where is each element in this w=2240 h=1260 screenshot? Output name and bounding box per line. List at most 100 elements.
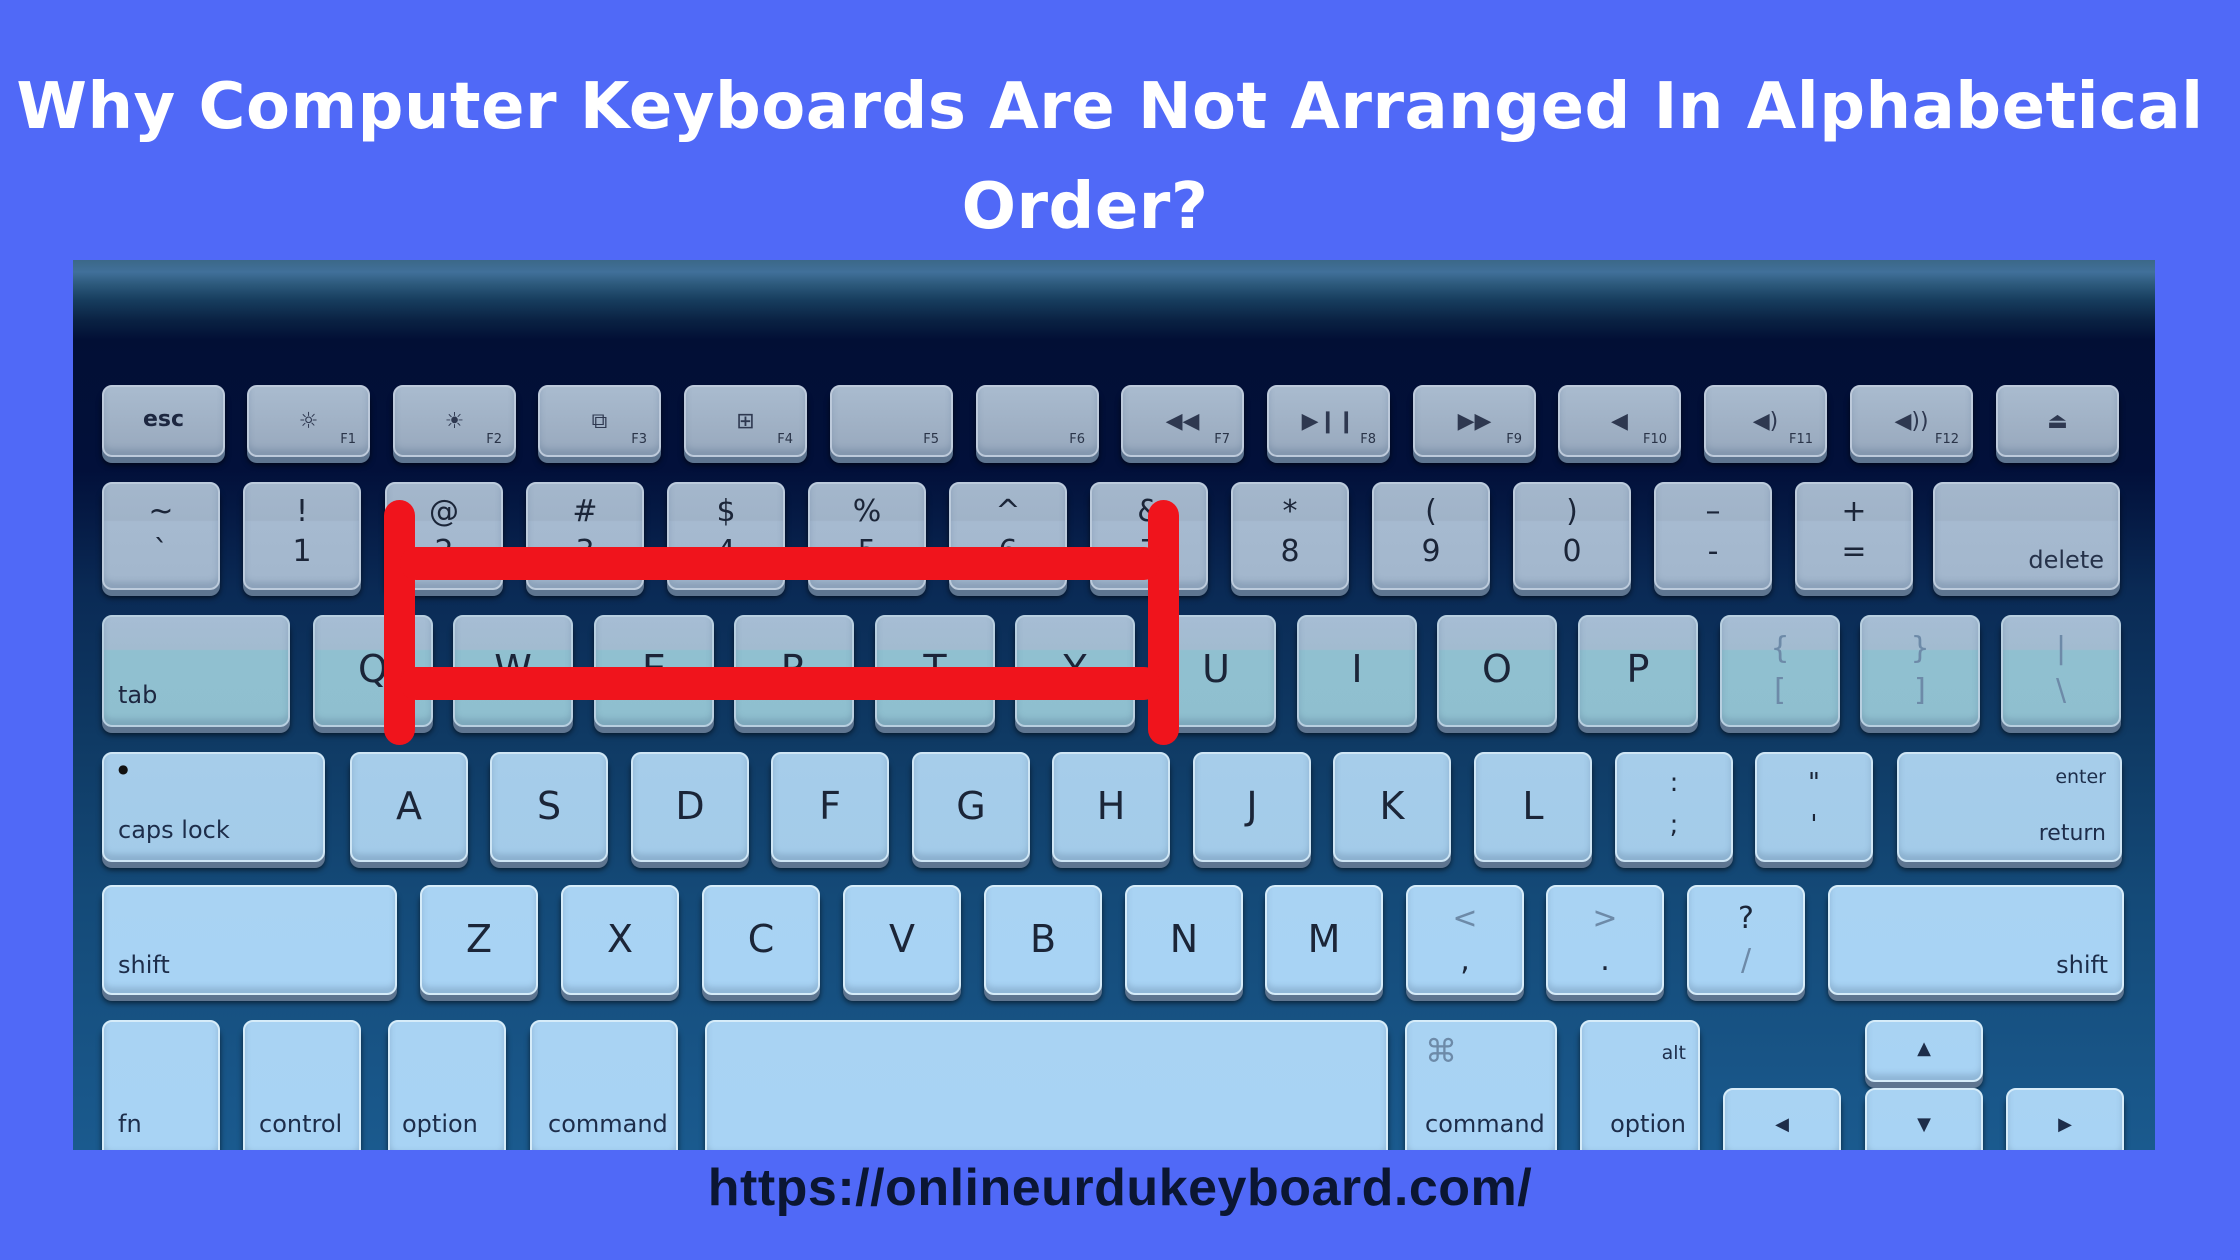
key-main-symbol: . — [1600, 943, 1610, 978]
left-option-key[interactable]: option — [388, 1020, 506, 1150]
key-letter: N — [1169, 917, 1199, 961]
key-9[interactable]: (9 — [1372, 482, 1490, 590]
volume-up-icon: ◀)) — [1894, 409, 1929, 434]
key-sym[interactable]: + = — [1795, 482, 1913, 590]
arrow-left-key[interactable]: ◀ — [1723, 1088, 1841, 1150]
key-sym[interactable]: – - — [1654, 482, 1772, 590]
key-v[interactable]: V — [843, 885, 961, 995]
key-left-brace[interactable]: {[ — [1720, 615, 1840, 727]
key-backtick[interactable]: ~ ` — [102, 482, 220, 590]
caps-lock-label: caps lock — [118, 816, 230, 844]
volume-down-icon: ◀) — [1752, 409, 1779, 434]
key-c[interactable]: C — [702, 885, 820, 995]
key-m[interactable]: M — [1265, 885, 1383, 995]
key-main-symbol: 0 — [1562, 534, 1582, 569]
key-f3[interactable]: ⧉ F3 — [538, 385, 661, 457]
fn-key-label: F12 — [1934, 432, 1959, 447]
right-option-key[interactable]: alt option — [1580, 1020, 1700, 1150]
key-l[interactable]: L — [1474, 752, 1592, 862]
key-f4[interactable]: ⊞ F4 — [684, 385, 807, 457]
key-d[interactable]: D — [631, 752, 749, 862]
key-shift-symbol: ! — [295, 494, 309, 529]
key-letter: X — [606, 917, 634, 961]
esc-key[interactable]: esc — [102, 385, 225, 457]
key-x[interactable]: X — [561, 885, 679, 995]
key-s[interactable]: S — [490, 752, 608, 862]
key-f1[interactable]: ☼ F1 — [247, 385, 370, 457]
key-1[interactable]: ! 1 — [243, 482, 361, 590]
delete-key[interactable]: delete — [1933, 482, 2120, 590]
key-slash[interactable]: ? / — [1687, 885, 1805, 995]
key-0[interactable]: ) 0 — [1513, 482, 1631, 590]
key-main-symbol: \ — [2055, 673, 2067, 708]
left-shift-key[interactable]: shift — [102, 885, 397, 995]
key-main-symbol: 9 — [1421, 534, 1441, 569]
key-shift-symbol: ~ — [148, 494, 174, 529]
right-command-key[interactable]: ⌘ command — [1405, 1020, 1557, 1150]
key-backslash[interactable]: | \ — [2001, 615, 2121, 727]
delete-label: delete — [2028, 546, 2104, 574]
enter-label: enter — [2055, 766, 2106, 788]
option-label: option — [1610, 1110, 1686, 1138]
key-f8[interactable]: ▶❙❙ F8 — [1267, 385, 1390, 457]
page-title-line-2: Order? — [961, 170, 1209, 244]
key-comma[interactable]: <, — [1406, 885, 1524, 995]
tab-key[interactable]: tab — [102, 615, 290, 727]
key-z[interactable]: Z — [420, 885, 538, 995]
key-shift-symbol: ^ — [995, 494, 1021, 529]
key-f2[interactable]: ☀ F2 — [393, 385, 516, 457]
key-main-symbol: / — [1740, 943, 1752, 978]
caps-lock-key[interactable]: ● caps lock — [102, 752, 325, 862]
brightness-down-icon: ☼ — [298, 409, 319, 434]
left-command-key[interactable]: command — [530, 1020, 678, 1150]
key-i[interactable]: I — [1297, 615, 1417, 727]
key-h[interactable]: H — [1052, 752, 1170, 862]
key-letter: L — [1522, 784, 1544, 828]
key-8[interactable]: * 8 — [1231, 482, 1349, 590]
key-f12[interactable]: ◀)) F12 — [1850, 385, 1973, 457]
key-shift-symbol: – — [1705, 494, 1721, 529]
fn-key[interactable]: fn — [102, 1020, 220, 1150]
key-o[interactable]: O — [1437, 615, 1557, 727]
key-period[interactable]: >. — [1546, 885, 1664, 995]
key-f11[interactable]: ◀) F11 — [1704, 385, 1827, 457]
key-b[interactable]: B — [984, 885, 1102, 995]
key-g[interactable]: G — [912, 752, 1030, 862]
key-f10[interactable]: ◀ F10 — [1558, 385, 1681, 457]
space-bar[interactable] — [705, 1020, 1388, 1150]
website-url[interactable]: https://onlineurdukeyboard.com/ — [0, 1158, 2240, 1218]
key-p[interactable]: P — [1578, 615, 1698, 727]
key-letter: D — [675, 784, 705, 828]
key-right-brace[interactable]: }] — [1860, 615, 1980, 727]
key-f[interactable]: F — [771, 752, 889, 862]
control-label: control — [259, 1110, 343, 1138]
key-shift-symbol: < — [1452, 901, 1478, 936]
fn-key-label: F11 — [1788, 432, 1813, 447]
control-key[interactable]: control — [243, 1020, 361, 1150]
brightness-up-icon: ☀ — [444, 409, 465, 434]
return-label: return — [2038, 821, 2106, 846]
key-j[interactable]: J — [1193, 752, 1311, 862]
arrow-right-key[interactable]: ▶ — [2006, 1088, 2124, 1150]
key-quote[interactable]: " ' — [1755, 752, 1873, 862]
arrow-down-key[interactable]: ▼ — [1865, 1088, 1983, 1150]
key-f9[interactable]: ▶▶ F9 — [1413, 385, 1536, 457]
key-semicolon[interactable]: :; — [1615, 752, 1733, 862]
rewind-icon: ◀◀ — [1165, 409, 1200, 434]
arrow-up-key[interactable]: ▲ — [1865, 1020, 1983, 1082]
key-n[interactable]: N — [1125, 885, 1243, 995]
dashboard-icon: ⊞ — [736, 409, 755, 434]
fn-label: fn — [118, 1110, 142, 1138]
key-f7[interactable]: ◀◀ F7 — [1121, 385, 1244, 457]
fn-key-label: F5 — [923, 432, 939, 447]
key-a[interactable]: A — [350, 752, 468, 862]
fn-key-label: F7 — [1214, 432, 1230, 447]
key-f5[interactable]: F5 — [830, 385, 953, 457]
key-k[interactable]: K — [1333, 752, 1451, 862]
key-f6[interactable]: F6 — [976, 385, 1099, 457]
return-key[interactable]: enter return — [1897, 752, 2122, 862]
right-shift-key[interactable]: shift — [1828, 885, 2124, 995]
fn-key-label: F3 — [631, 432, 647, 447]
key-main-symbol: 1 — [292, 534, 312, 569]
eject-key[interactable]: ⏏ — [1996, 385, 2119, 457]
